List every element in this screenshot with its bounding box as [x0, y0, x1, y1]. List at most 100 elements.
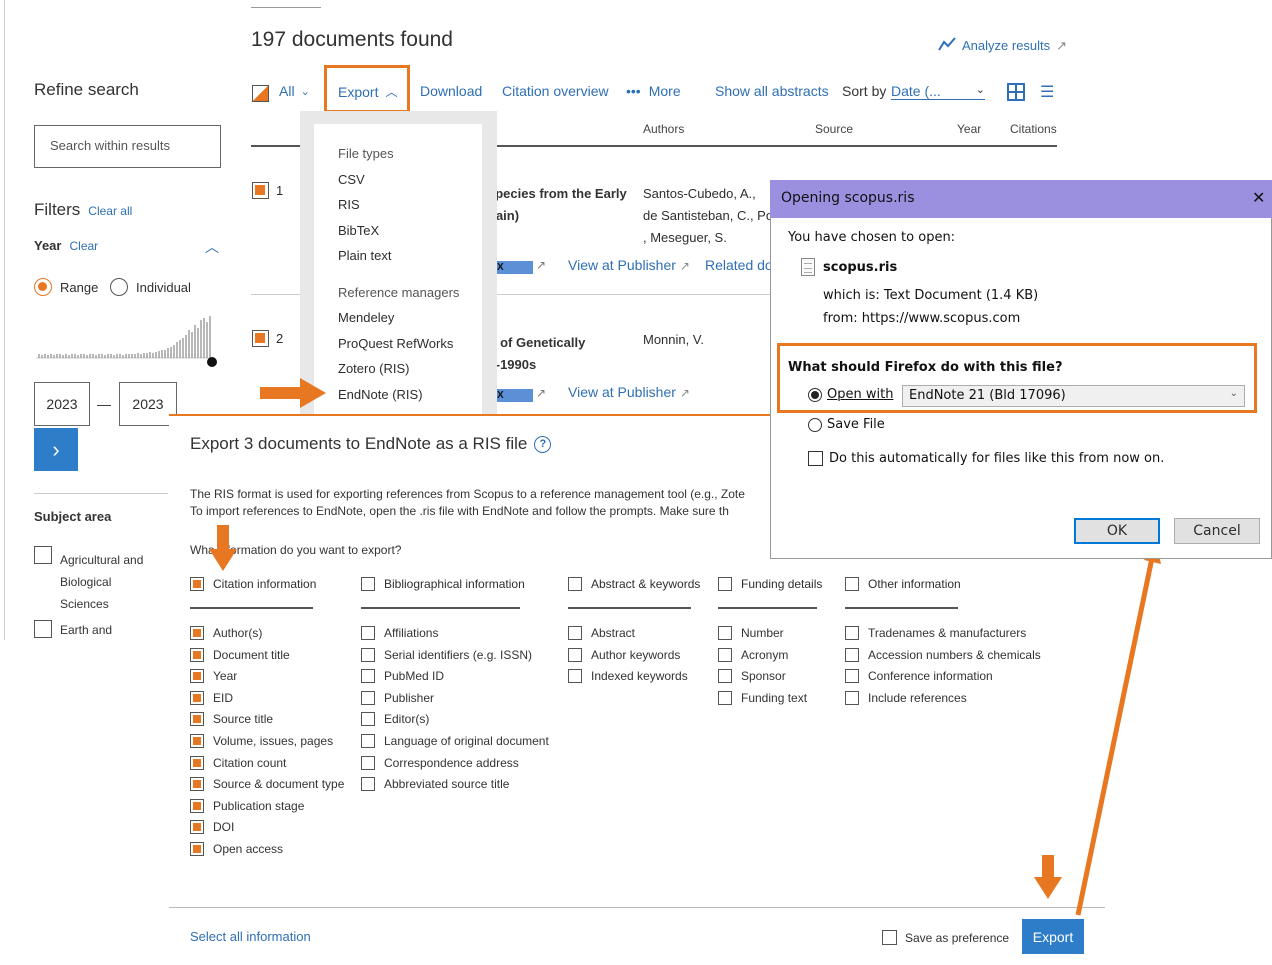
funding-option-3[interactable]: Sponsor: [718, 669, 786, 684]
dialog-title: Opening scopus.ris: [781, 190, 915, 206]
refine-search-title: Refine search: [34, 80, 139, 99]
individual-radio[interactable]: Individual: [110, 278, 191, 296]
auto-action-checkbox[interactable]: Do this automatically for files like thi…: [808, 451, 1164, 466]
checkbox: [568, 647, 582, 662]
citation-option-7[interactable]: Citation count: [190, 755, 286, 770]
citation-option-9[interactable]: Publication stage: [190, 798, 304, 813]
abstract-option-1[interactable]: Abstract: [568, 626, 635, 640]
option-label: Source title: [213, 712, 274, 727]
row-1-view-at-publisher[interactable]: View at Publisher ↗: [568, 257, 690, 273]
bibliographical-option-6[interactable]: Language of original document: [361, 734, 549, 748]
menu-item-zotero[interactable]: Zotero (RIS): [338, 361, 410, 376]
download-button[interactable]: Download: [420, 83, 482, 99]
show-all-abstracts-button[interactable]: Show all abstracts: [715, 83, 829, 99]
other-option-1[interactable]: Tradenames & manufacturers: [845, 626, 1026, 640]
group-other-information[interactable]: Other information: [845, 577, 961, 591]
bibliographical-option-2[interactable]: Serial identifiers (e.g. ISSN): [361, 647, 533, 662]
subject-area-title: Subject area: [34, 509, 112, 524]
option-label: Document title: [213, 647, 290, 662]
group-abstract-keywords[interactable]: Abstract & keywords: [568, 577, 700, 591]
checkbox: [361, 647, 375, 662]
citation-option-5[interactable]: Source title: [190, 712, 274, 727]
option-label: Correspondence address: [384, 755, 519, 770]
menu-item-refworks[interactable]: ProQuest RefWorks: [338, 336, 453, 351]
bibliographical-option-1[interactable]: Affiliations: [361, 626, 438, 640]
menu-item-csv[interactable]: CSV: [338, 172, 365, 187]
select-all-information-link[interactable]: Select all information: [190, 929, 311, 944]
bibliographical-option-5[interactable]: Editor(s): [361, 712, 429, 727]
range-radio[interactable]: Range: [34, 278, 98, 296]
chevron-up-icon[interactable]: ︿: [205, 237, 219, 257]
select-all-checkbox[interactable]: [252, 85, 269, 102]
abstract-option-3[interactable]: Indexed keywords: [568, 669, 688, 684]
bibliographical-option-7[interactable]: Correspondence address: [361, 755, 519, 770]
citation-option-1[interactable]: Author(s): [190, 626, 262, 640]
search-within-results-input[interactable]: Search within results: [34, 125, 221, 168]
citation-option-11[interactable]: Open access: [190, 842, 283, 856]
citation-overview-button[interactable]: Citation overview: [502, 83, 609, 99]
dialog-ok-button[interactable]: OK: [1074, 518, 1160, 544]
select-all-dropdown[interactable]: All ⌄: [279, 83, 310, 99]
menu-item-ris[interactable]: RIS: [338, 197, 360, 212]
checkbox: [190, 755, 204, 770]
menu-item-plain-text[interactable]: Plain text: [338, 248, 391, 263]
year-histogram[interactable]: [36, 310, 218, 370]
row-2-checkbox[interactable]: [252, 330, 269, 347]
funding-option-1[interactable]: Number: [718, 626, 784, 640]
help-icon[interactable]: ?: [534, 435, 552, 453]
dialog-close-icon[interactable]: ✕: [1252, 188, 1265, 208]
group-citation-information[interactable]: Citation information: [190, 577, 316, 591]
option-label: Conference information: [868, 669, 993, 684]
bibliographical-option-4[interactable]: Publisher: [361, 690, 434, 705]
clear-all-link[interactable]: Clear all: [88, 204, 132, 218]
export-button[interactable]: Export: [1022, 919, 1084, 954]
year-clear-link[interactable]: Clear: [69, 239, 98, 253]
group-bibliographical-information[interactable]: Bibliographical information: [361, 577, 525, 591]
citation-option-3[interactable]: Year: [190, 669, 238, 684]
row-2-title[interactable]: pe of Genetically 0s-1990s: [482, 332, 585, 376]
subject-earth-checkbox[interactable]: [34, 620, 52, 638]
abstract-option-2[interactable]: Author keywords: [568, 647, 680, 662]
list-view-icon[interactable]: ☰: [1040, 82, 1054, 102]
subject-agricultural-checkbox[interactable]: [34, 546, 52, 564]
more-button[interactable]: ••• More: [626, 83, 681, 99]
export-menu-button[interactable]: Export ︿: [338, 83, 397, 100]
other-option-2[interactable]: Accession numbers & chemicals: [845, 647, 1041, 662]
year-from-input[interactable]: 2023: [34, 382, 90, 426]
menu-item-endnote[interactable]: EndNote (RIS): [338, 387, 423, 402]
arrow-up-diagonal-icon: [1075, 542, 1161, 916]
other-option-3[interactable]: Conference information: [845, 669, 993, 684]
funding-option-4[interactable]: Funding text: [718, 690, 807, 705]
sort-select[interactable]: Date (... ⌄: [891, 83, 985, 100]
option-label: Serial identifiers (e.g. ISSN): [384, 647, 533, 662]
citation-option-6[interactable]: Volume, issues, pages: [190, 734, 333, 748]
dialog-chosen-label: You have chosen to open:: [788, 230, 956, 245]
dialog-question: What should Firefox do with this file?: [788, 360, 1063, 375]
row-1-checkbox[interactable]: [252, 182, 269, 199]
row-2-view-at-publisher[interactable]: View at Publisher ↗: [568, 384, 690, 400]
bibliographical-option-3[interactable]: PubMed ID: [361, 669, 444, 684]
citation-option-8[interactable]: Source & document type: [190, 777, 344, 792]
save-file-radio[interactable]: Save File: [808, 417, 885, 432]
menu-item-bibtex[interactable]: BibTeX: [338, 223, 379, 238]
group-funding-details[interactable]: Funding details: [718, 577, 822, 591]
funding-option-2[interactable]: Acronym: [718, 647, 788, 662]
citation-option-10[interactable]: DOI: [190, 820, 234, 835]
open-with-radio[interactable]: Open with: [808, 387, 893, 402]
other-option-4[interactable]: Include references: [845, 690, 967, 705]
year-apply-button[interactable]: ›: [34, 428, 78, 471]
citation-option-4[interactable]: EID: [190, 690, 233, 705]
menu-item-mendeley[interactable]: Mendeley: [338, 310, 394, 325]
row-1-related-documents[interactable]: Related do: [705, 257, 773, 273]
dialog-cancel-button[interactable]: Cancel: [1174, 518, 1260, 544]
analyze-results-link[interactable]: Analyze results ↗: [938, 37, 1067, 54]
chevron-down-icon: ⌄: [975, 84, 985, 96]
bibliographical-option-8[interactable]: Abbreviated source title: [361, 777, 509, 792]
citation-option-2[interactable]: Document title: [190, 647, 290, 662]
document-icon: [801, 258, 815, 276]
option-label: Year: [213, 669, 238, 684]
grid-view-icon[interactable]: [1007, 83, 1025, 101]
save-as-preference-checkbox[interactable]: Save as preference: [882, 930, 1009, 945]
open-with-select[interactable]: EndNote 21 (Bld 17096) ⌄: [902, 385, 1245, 407]
row-1-title[interactable]: species from the Early pain): [488, 183, 627, 227]
